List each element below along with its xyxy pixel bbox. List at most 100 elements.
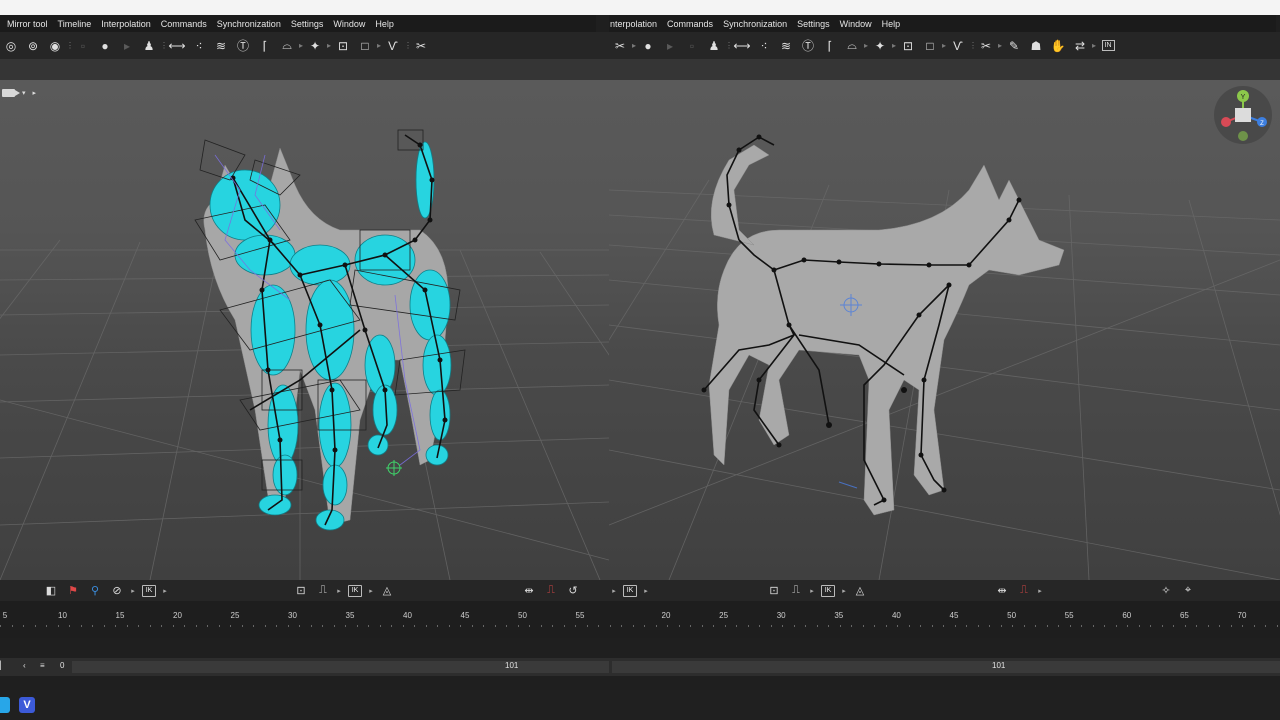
chevron-right-icon[interactable]: ▸ [609, 587, 619, 595]
range-prev-icon[interactable]: ▏ [0, 661, 6, 670]
grab-icon[interactable]: ✋ [1047, 37, 1069, 55]
scatter-icon[interactable]: ⁖ [188, 37, 210, 55]
ik-button[interactable]: IK [623, 584, 637, 597]
text-tool-icon[interactable]: Ⓣ [797, 37, 819, 55]
tangle-icon[interactable]: ✂ [410, 37, 432, 55]
chevron-right-icon[interactable]: ▸ [334, 587, 344, 595]
right-menu-item[interactable]: Window [835, 19, 877, 29]
frame-icon[interactable]: ⊡ [763, 583, 785, 599]
square-icon[interactable]: □ [919, 37, 941, 55]
left-menu-item[interactable]: Interpolation [96, 19, 156, 29]
tangle-icon[interactable]: ✂ [609, 37, 631, 55]
range-back-icon[interactable]: ‹ [23, 661, 26, 670]
right-range-track[interactable] [612, 661, 1280, 673]
line-tool-icon[interactable]: ⟷ [731, 37, 753, 55]
step-icon[interactable]: ⎍ [785, 583, 807, 599]
chevron-right-icon[interactable]: ▸ [807, 587, 817, 595]
right-menu-item[interactable]: Settings [792, 19, 835, 29]
red-step-icon[interactable]: ⎍ [540, 583, 562, 599]
right-viewport[interactable]: Y Z [609, 80, 1280, 580]
chevron-right-icon[interactable]: ▸ [366, 587, 376, 595]
camera-icon[interactable] [2, 89, 20, 97]
chevron-right-icon[interactable]: ▸ [128, 587, 138, 595]
square-icon[interactable]: □ [354, 37, 376, 55]
paint-icon[interactable]: ✎ [1003, 37, 1025, 55]
right-menu-item[interactable]: Commands [662, 19, 718, 29]
dot-icon[interactable]: ● [94, 37, 116, 55]
left-range-track[interactable] [72, 661, 609, 673]
v-shape-icon[interactable]: Ѵ [382, 37, 404, 55]
timeline-tick [80, 625, 82, 627]
left-menu-item[interactable]: Mirror tool [2, 19, 53, 29]
key-dim-icon[interactable]: ▸ [659, 37, 681, 55]
line-tool-icon[interactable]: ⟷ [166, 37, 188, 55]
chevron-right-icon[interactable]: ▸ [33, 89, 37, 97]
pin-icon[interactable]: ⚲ [84, 583, 106, 599]
app-icon-v[interactable]: V [19, 697, 35, 713]
ik-button[interactable]: IK [348, 584, 362, 597]
person-icon[interactable]: ♟ [703, 37, 725, 55]
frame-icon[interactable]: ⊡ [897, 37, 919, 55]
runner-icon[interactable]: ✦ [869, 37, 891, 55]
left-viewport[interactable]: ▾ ▸ [0, 80, 609, 580]
right-menu-item[interactable]: Synchronization [718, 19, 792, 29]
right-menu-item[interactable]: nterpolation [609, 19, 662, 29]
app-icon-left[interactable] [0, 697, 10, 713]
link-icon[interactable]: ⇄ [1069, 37, 1091, 55]
right-menu-item[interactable]: Help [877, 19, 906, 29]
left-menu-item[interactable]: Synchronization [212, 19, 286, 29]
timeline-ruler[interactable]: 5 10 15 20 25 30 35 40 45 50 55 20 25 30 35 40 45 50 55 60 6… [0, 601, 1280, 638]
step-icon[interactable]: ⎍ [312, 583, 334, 599]
range-menu-icon[interactable]: ≡ [40, 661, 45, 670]
keyframe-icon[interactable]: ◧ [40, 583, 62, 599]
chevron-right-icon[interactable]: ▸ [1035, 587, 1045, 595]
double-spiral-icon[interactable]: ◉ [44, 37, 66, 55]
timeline-tick-label: 25 [719, 611, 729, 620]
stack-icon[interactable]: ≋ [210, 37, 232, 55]
camera-menu[interactable]: ▾ ▸ [2, 89, 36, 97]
arch-icon[interactable]: ⌓ [841, 37, 863, 55]
mirror-icon[interactable]: ⇹ [991, 583, 1013, 599]
scatter-icon[interactable]: ⁖ [753, 37, 775, 55]
dot-icon[interactable]: ● [637, 37, 659, 55]
v-shape-icon[interactable]: Ѵ [947, 37, 969, 55]
gauge-icon[interactable]: ◬ [376, 583, 398, 599]
key-dim-icon[interactable]: ▫ [72, 37, 94, 55]
block-icon[interactable]: ⊘ [106, 583, 128, 599]
chevron-right-icon[interactable]: ▸ [160, 587, 170, 595]
frame-icon[interactable]: ⊡ [290, 583, 312, 599]
left-menu-item[interactable]: Help [370, 19, 399, 29]
left-menu-item[interactable]: Timeline [53, 19, 97, 29]
double-spiral-icon[interactable]: ⊚ [22, 37, 44, 55]
bracket-icon[interactable]: ⌈ [819, 37, 841, 55]
frame-icon[interactable]: ⊡ [332, 37, 354, 55]
in-button[interactable]: IN [1097, 37, 1119, 55]
ik-button[interactable]: IK [821, 584, 835, 597]
ik-button[interactable]: IK [142, 584, 156, 597]
runner-icon[interactable]: ✦ [304, 37, 326, 55]
text-tool-icon[interactable]: Ⓣ [232, 37, 254, 55]
undo-icon[interactable]: ↺ [562, 583, 584, 599]
chevron-right-icon[interactable]: ▸ [641, 587, 651, 595]
tangle-icon[interactable]: ✂ [975, 37, 997, 55]
left-menu-item[interactable]: Commands [156, 19, 212, 29]
person-icon[interactable]: ♟ [138, 37, 160, 55]
mirror-icon[interactable]: ⇹ [518, 583, 540, 599]
red-step-icon[interactable]: ⎍ [1013, 583, 1035, 599]
key-dim-icon[interactable]: ▸ [116, 37, 138, 55]
figure-icon[interactable]: ☗ [1025, 37, 1047, 55]
chevron-right-icon[interactable]: ▸ [839, 587, 849, 595]
crosshair-icon[interactable]: ⌖ [1177, 583, 1199, 599]
spiral-icon[interactable]: ◎ [0, 37, 22, 55]
magic-wand-icon[interactable]: ✧ [1155, 583, 1177, 599]
bracket-icon[interactable]: ⌈ [254, 37, 276, 55]
left-menu-item[interactable]: Window [328, 19, 370, 29]
gauge-icon[interactable]: ◬ [849, 583, 871, 599]
key-dim-icon[interactable]: ▫ [681, 37, 703, 55]
arch-icon[interactable]: ⌓ [276, 37, 298, 55]
chevron-down-icon[interactable]: ▾ [22, 89, 26, 97]
left-menu-item[interactable]: Settings [286, 19, 329, 29]
flag-icon[interactable]: ⚑ [62, 583, 84, 599]
view-cube-gizmo[interactable]: Y Z [1214, 86, 1272, 144]
stack-icon[interactable]: ≋ [775, 37, 797, 55]
